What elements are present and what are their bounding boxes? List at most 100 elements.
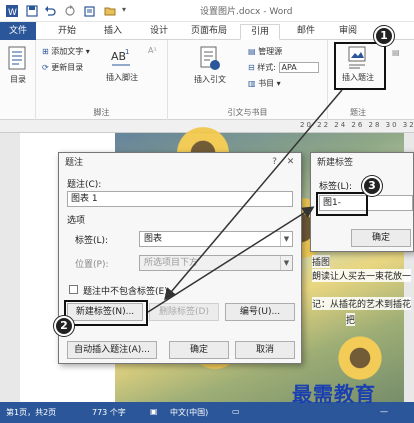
ok-button[interactable]: 确定: [169, 341, 229, 359]
chevron-down-icon: ▾: [276, 79, 281, 88]
insert-footnote-label: 插入脚注: [106, 73, 138, 82]
delete-label-button[interactable]: 删除标签(D): [149, 303, 219, 321]
doc-line-2: 朗读让人买去一束花放一: [312, 269, 412, 282]
tab-file[interactable]: 文件: [0, 22, 36, 40]
group-footnotes: ⊞ 添加文字 ▾ ⟳ 更新目录 AB 1 插入脚注 A¹ 脚注: [36, 40, 168, 120]
close-icon[interactable]: ✕: [284, 156, 297, 169]
group-citations: 插入引文 ▤ 管理源 ⊟ 样式: APA ▥ 书目 ▾ 引文与书目: [168, 40, 328, 120]
ruler-numbers: 20 22 24 26 28 30 32: [300, 121, 414, 129]
bibliography-button[interactable]: ▥ 书目 ▾: [248, 78, 281, 89]
undo-icon[interactable]: [44, 5, 56, 17]
captions-group-label: 题注: [350, 108, 366, 117]
position-select-value: 所选项目下方: [144, 258, 199, 268]
ribbon-overflow-icon[interactable]: ▤: [392, 48, 400, 57]
caption-input[interactable]: 图表 1: [67, 191, 293, 207]
add-text-icon: ⊞: [42, 47, 49, 56]
exclude-label-checkbox[interactable]: [69, 285, 78, 294]
add-text-button[interactable]: ⊞ 添加文字 ▾: [42, 46, 90, 57]
ribbon-tabs: 文件 开始 插入 设计 页面布局 引用 邮件 审阅: [0, 22, 414, 40]
toc-button[interactable]: 目录: [2, 46, 34, 85]
watermark-logo: 最需教育: [292, 382, 376, 406]
doc-line-1: 插图: [312, 255, 331, 268]
add-text-label: 添加文字: [51, 47, 84, 56]
label-field-label: 标签(L):: [75, 236, 109, 246]
new-label-field-label: 标签(L):: [319, 182, 353, 192]
tab-review[interactable]: 审阅: [330, 24, 366, 39]
style-select[interactable]: ⊟ 样式: APA: [248, 62, 319, 73]
proofing-icon[interactable]: ▣: [150, 407, 158, 416]
new-label-dialog-title: 新建标签: [317, 158, 354, 168]
svg-text:1: 1: [125, 48, 129, 56]
exclude-label-text: 题注中不包含标签(E): [83, 287, 168, 297]
style-icon: ⊟: [248, 63, 255, 72]
window-title: 设置图片.docx - Word: [200, 7, 293, 17]
options-label: 选项: [67, 216, 86, 226]
citation-icon: [200, 46, 220, 70]
tab-mailings[interactable]: 邮件: [288, 24, 324, 39]
save-icon[interactable]: [26, 5, 38, 17]
step-marker-2: 2: [54, 316, 74, 336]
step-marker-3: 3: [362, 176, 382, 196]
new-label-highlight: [64, 300, 148, 326]
flower-shape: [335, 333, 385, 383]
position-field-label: 位置(P):: [75, 260, 109, 270]
insert-footnote-button[interactable]: AB 1 插入脚注: [100, 46, 144, 83]
bibliography-label: 书目: [258, 79, 275, 88]
word-logo-icon: W: [6, 5, 18, 17]
tab-insert[interactable]: 插入: [96, 24, 130, 39]
title-bar: W ▾ 设置图片.docx - Word: [0, 0, 414, 22]
redo-icon[interactable]: [64, 5, 76, 17]
caption-dialog: 题注 ? ✕ 题注(C): 图表 1 选项 标签(L): 图表 ▼ 位置(P):…: [58, 152, 302, 364]
toc-label: 目录: [10, 75, 26, 84]
footnote-group-label: 脚注: [93, 108, 110, 117]
doc-line-4: 把: [346, 313, 356, 326]
insert-citation-label: 插入引文: [194, 75, 226, 84]
style-label: 样式:: [257, 63, 276, 72]
manage-sources-button[interactable]: ▤ 管理源: [248, 46, 282, 57]
label-input-highlight: [316, 192, 368, 216]
insert-caption-highlight: [334, 42, 386, 90]
new-label-ok-button[interactable]: 确定: [351, 229, 411, 247]
chevron-down-icon: ▾: [85, 47, 90, 56]
tab-design[interactable]: 设计: [142, 24, 176, 39]
step-marker-1: 1: [374, 26, 394, 46]
group-toc: 目录: [0, 40, 36, 120]
language-status[interactable]: 中文(中国): [170, 407, 208, 418]
bibliography-icon: ▥: [248, 79, 256, 88]
caption-field-label: 题注(C):: [67, 180, 102, 190]
view-mode-icon[interactable]: ▭: [232, 407, 240, 416]
refresh-icon: ⟳: [42, 63, 49, 72]
numbering-button[interactable]: 编号(U)...: [225, 303, 295, 321]
word-count[interactable]: 773 个字: [92, 407, 126, 418]
position-select[interactable]: 所选项目下方 ▼: [139, 255, 293, 271]
manage-sources-label: 管理源: [258, 47, 283, 56]
customize-qat-icon[interactable]: ▾: [122, 5, 134, 17]
manage-sources-icon: ▤: [248, 47, 256, 56]
doc-line-3: 记：从插花的艺术到插花: [312, 297, 412, 310]
insert-citation-button[interactable]: 插入引文: [186, 46, 234, 85]
citations-group-label: 引文与书目: [227, 108, 268, 117]
caption-dialog-title: 题注: [65, 158, 84, 168]
label-select[interactable]: 图表 ▼: [139, 231, 293, 247]
zoom-slider[interactable]: —: [380, 407, 388, 416]
help-icon[interactable]: ?: [268, 156, 281, 169]
auto-caption-button[interactable]: 自动插入题注(A)...: [67, 341, 157, 359]
svg-text:W: W: [8, 8, 17, 17]
footnote-extra-icon[interactable]: A¹: [148, 46, 157, 55]
tab-references[interactable]: 引用: [240, 24, 280, 40]
page-count[interactable]: 第1页，共2页: [6, 407, 56, 418]
chevron-down-icon: ▼: [280, 256, 292, 270]
tab-home[interactable]: 开始: [50, 24, 84, 39]
chevron-down-icon: ▼: [280, 232, 292, 246]
footnote-icon: AB1: [111, 48, 130, 66]
cancel-button[interactable]: 取消: [235, 341, 295, 359]
update-toc-label: 更新目录: [51, 63, 84, 72]
svg-text:AB: AB: [111, 50, 126, 63]
toc-icon: [8, 46, 26, 70]
tab-page-layout[interactable]: 页面布局: [184, 24, 234, 39]
update-toc-button[interactable]: ⟳ 更新目录: [42, 62, 83, 73]
open-icon[interactable]: [104, 5, 116, 17]
print-preview-icon[interactable]: [84, 5, 96, 17]
label-select-value: 图表: [144, 234, 163, 244]
style-value: APA: [278, 62, 319, 73]
